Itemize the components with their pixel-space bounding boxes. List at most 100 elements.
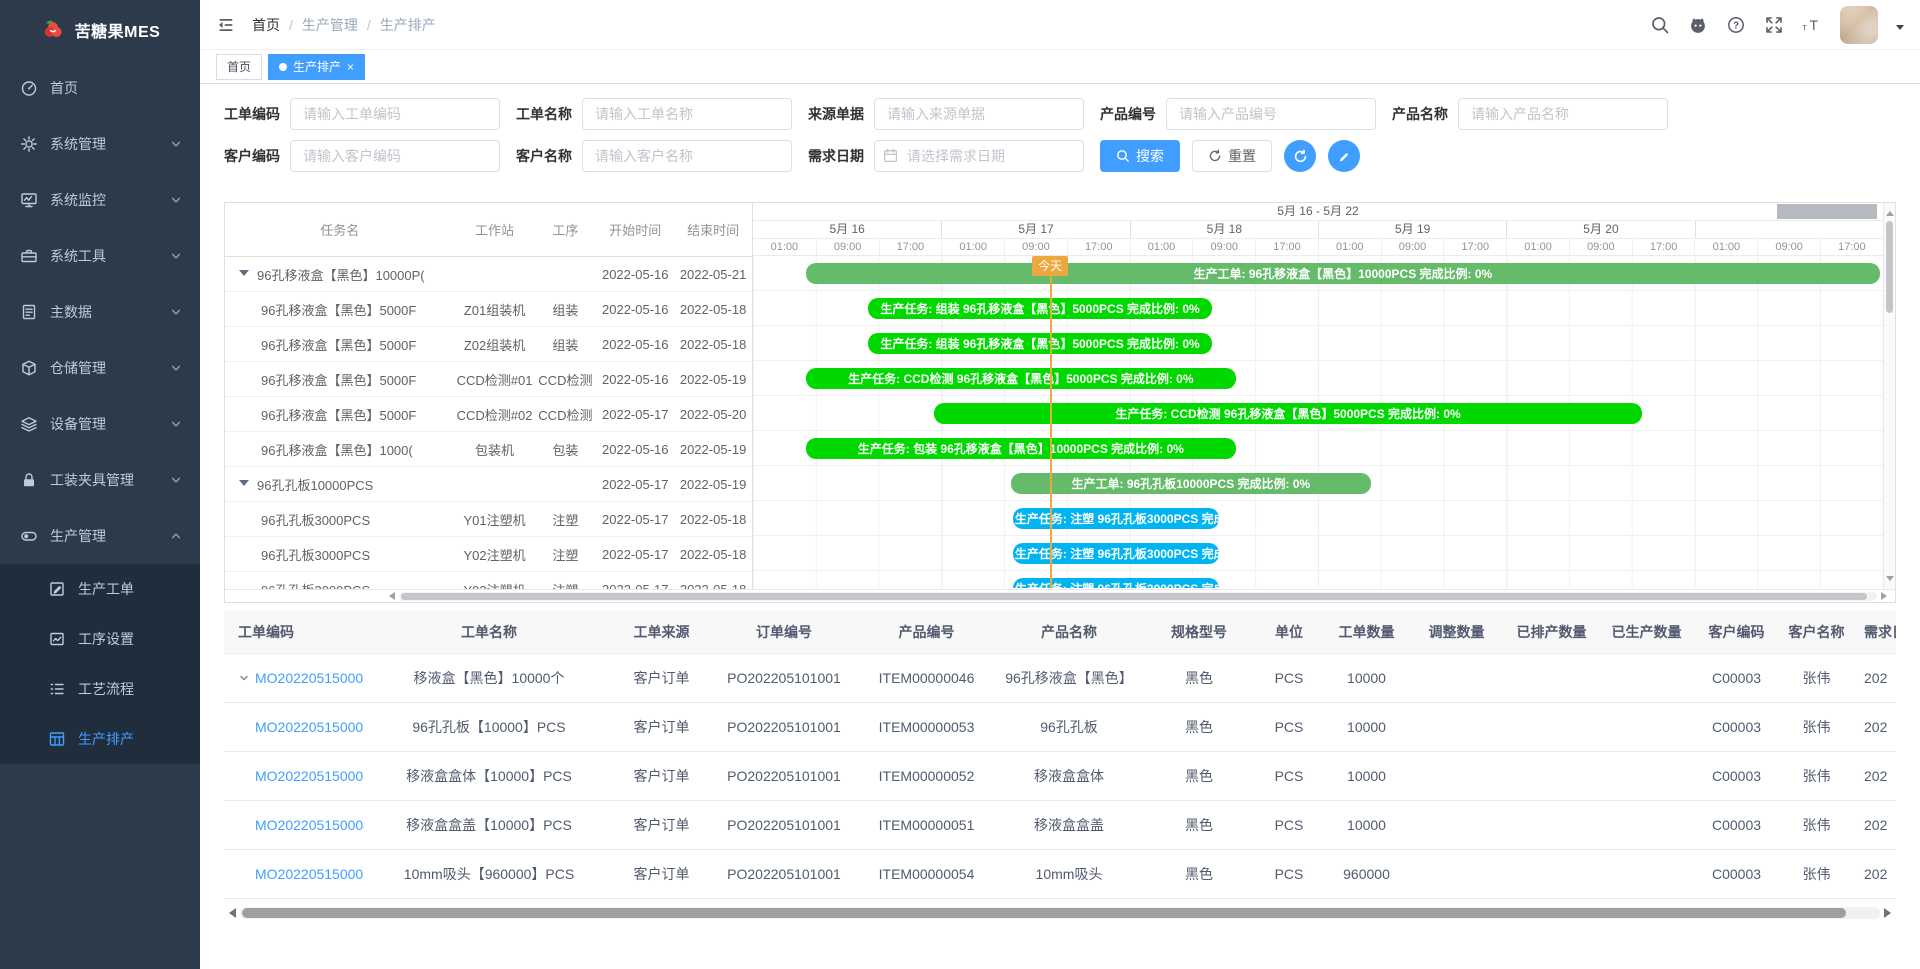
tab-生产排产[interactable]: 生产排产× xyxy=(268,54,365,80)
gantt-column-工作站: 工作站 xyxy=(455,220,535,239)
scroll-down-arrow[interactable] xyxy=(1886,576,1894,585)
sidebar-item-工艺流程[interactable]: 工艺流程 xyxy=(0,664,200,714)
work-order-link[interactable]: MO202205150003 xyxy=(255,768,364,784)
document-icon xyxy=(20,303,38,321)
gantt-chart-row: 生产任务: CCD检测 96孔移液盒【黑色】5000PCS 完成比例: 0% xyxy=(753,396,1883,431)
help-icon[interactable]: ? xyxy=(1726,15,1746,35)
gantt-bar[interactable]: 生产工单: 96孔孔板10000PCS 完成比例: 0% xyxy=(1011,473,1371,494)
edit-circle-button[interactable] xyxy=(1328,140,1360,172)
sidebar-item-生产管理[interactable]: 生产管理 xyxy=(0,508,200,564)
来源单据-input[interactable] xyxy=(874,98,1084,130)
gantt-horizontal-scrollbar[interactable] xyxy=(225,589,1895,602)
scrollbar-track[interactable] xyxy=(240,907,1880,919)
chevron-down-icon[interactable] xyxy=(238,672,250,684)
sidebar-item-系统工具[interactable]: 系统工具 xyxy=(0,228,200,284)
avatar[interactable] xyxy=(1840,6,1878,44)
end-time: 2022-05-18 xyxy=(674,337,752,352)
work-order-link[interactable]: MO202205150005 xyxy=(255,866,364,882)
table-cell: 移液盒盒盖【10000】PCS xyxy=(364,800,614,849)
font-size-icon[interactable]: т T xyxy=(1802,15,1822,35)
chevron-down-icon[interactable] xyxy=(1896,25,1904,34)
gantt-bar[interactable]: 生产任务: 注塑 96孔孔板3000PCS 完成比例: 0% xyxy=(1013,508,1219,529)
demand-date-input[interactable] xyxy=(874,140,1084,172)
work-order-link[interactable]: MO202205150001 xyxy=(255,670,364,686)
gantt-task-row[interactable]: 96孔孔板3000PCSY02注塑机注塑2022-05-172022-05-18 xyxy=(225,537,752,572)
table-header-cell: 已生产数量 xyxy=(1599,611,1694,653)
work-order-link[interactable]: MO202205150004 xyxy=(255,817,364,833)
gantt-bar[interactable]: 生产任务: 注塑 96孔孔板3000PCS 完成比例: 0% xyxy=(1013,543,1219,564)
gantt-bar[interactable]: 生产任务: 组装 96孔移液盒【黑色】5000PCS 完成比例: 0% xyxy=(868,298,1212,319)
filter-工单编码: 工单编码 xyxy=(224,98,500,130)
refresh-circle-button[interactable] xyxy=(1284,140,1316,172)
close-icon[interactable]: × xyxy=(347,61,354,73)
sidebar-item-仓储管理[interactable]: 仓储管理 xyxy=(0,340,200,396)
task-name-label: 96孔孔板10000PCS xyxy=(257,475,373,494)
sidebar-item-系统监控[interactable]: 系统监控 xyxy=(0,172,200,228)
sidebar-item-工序设置[interactable]: 工序设置 xyxy=(0,614,200,664)
scroll-up-arrow[interactable] xyxy=(1886,207,1894,216)
gantt-task-row[interactable]: 96孔移液盒【黑色】1000(包装机包装2022-05-162022-05-19 xyxy=(225,432,752,467)
gantt-task-row[interactable]: 96孔移液盒【黑色】5000FCCD检测#01CCD检测2022-05-1620… xyxy=(225,362,752,397)
gantt-bar[interactable]: 生产任务: CCD检测 96孔移液盒【黑色】5000PCS 完成比例: 0% xyxy=(806,368,1235,389)
gantt-task-row[interactable]: 96孔移液盒【黑色】10000P(2022-05-162022-05-21 xyxy=(225,257,752,292)
客户编码-input[interactable] xyxy=(290,140,500,172)
scrollbar-track[interactable] xyxy=(399,592,1877,601)
gantt-bar[interactable]: 生产任务: 组装 96孔移液盒【黑色】5000PCS 完成比例: 0% xyxy=(868,333,1212,354)
sidebar-item-生产工单[interactable]: 生产工单 xyxy=(0,564,200,614)
工单名称-input[interactable] xyxy=(582,98,792,130)
table-cell: ITEM00000052 xyxy=(859,751,994,800)
产品名称-input[interactable] xyxy=(1458,98,1668,130)
gantt-task-row[interactable]: 96孔移液盒【黑色】5000FZ01组装机组装2022-05-162022-05… xyxy=(225,292,752,327)
gantt-task-row[interactable]: 96孔移液盒【黑色】5000FCCD检测#02CCD检测2022-05-1720… xyxy=(225,397,752,432)
scrollbar-thumb[interactable] xyxy=(242,908,1846,918)
hour-label: 17:00 xyxy=(1067,239,1130,255)
gantt-task-row[interactable]: 96孔孔板3000PCSY01注塑机注塑2022-05-172022-05-18 xyxy=(225,502,752,537)
gantt-bar[interactable]: 生产任务: 包装 96孔移液盒【黑色】10000PCS 完成比例: 0% xyxy=(806,438,1235,459)
tab-首页[interactable]: 首页 xyxy=(216,54,262,80)
station: Y02注塑机 xyxy=(455,545,535,564)
sidebar-item-主数据[interactable]: 主数据 xyxy=(0,284,200,340)
scroll-right-arrow[interactable] xyxy=(1884,908,1896,918)
breadcrumb: 首页 / 生产管理 / 生产排产 xyxy=(252,15,436,35)
work-order-link[interactable]: MO202205150002 xyxy=(255,719,364,735)
gantt-task-row[interactable]: 96孔孔板3000PCSY03注塑机注塑2022-05-172022-05-18 xyxy=(225,572,752,589)
scroll-left-arrow[interactable] xyxy=(385,592,395,600)
table-cell: PCS xyxy=(1254,849,1324,898)
gantt-chart-row: 生产任务: 注塑 96孔孔板3000PCS 完成比例: 0% xyxy=(753,571,1883,588)
scroll-left-arrow[interactable] xyxy=(224,908,236,918)
table-horizontal-scrollbar[interactable] xyxy=(224,906,1896,920)
reset-button[interactable]: 重置 xyxy=(1192,140,1272,172)
scrollbar-thumb[interactable] xyxy=(401,593,1867,600)
gantt-vertical-scrollbar[interactable] xyxy=(1883,203,1895,589)
gantt-task-row[interactable]: 96孔移液盒【黑色】5000FZ02组装机组装2022-05-162022-05… xyxy=(225,327,752,362)
github-icon[interactable] xyxy=(1688,15,1708,35)
sidebar-item-设备管理[interactable]: 设备管理 xyxy=(0,396,200,452)
工单编码-input[interactable] xyxy=(290,98,500,130)
gantt-bar[interactable]: 生产任务: CCD检测 96孔移液盒【黑色】5000PCS 完成比例: 0% xyxy=(934,403,1643,424)
gantt-task-row[interactable]: 96孔孔板10000PCS2022-05-172022-05-19 xyxy=(225,467,752,502)
collapse-caret-icon[interactable] xyxy=(239,480,249,491)
sidebar-item-工装夹具管理[interactable]: 工装夹具管理 xyxy=(0,452,200,508)
end-time: 2022-05-18 xyxy=(674,512,752,527)
breadcrumb-home[interactable]: 首页 xyxy=(252,15,280,35)
gantt-chart-row: 生产任务: 包装 96孔移液盒【黑色】10000PCS 完成比例: 0% xyxy=(753,431,1883,466)
table-cell: PO202205101001 xyxy=(709,800,859,849)
sidebar-item-生产排产[interactable]: 生产排产 xyxy=(0,714,200,764)
gantt-bar[interactable]: 生产任务: 注塑 96孔孔板3000PCS 完成比例: 0% xyxy=(1013,578,1219,588)
timeline-slider[interactable] xyxy=(1777,204,1877,219)
产品编号-input[interactable] xyxy=(1166,98,1376,130)
search-icon[interactable] xyxy=(1650,15,1670,35)
chevron-down-icon xyxy=(170,474,182,486)
scroll-right-arrow[interactable] xyxy=(1881,592,1891,600)
breadcrumb-production-management[interactable]: 生产管理 xyxy=(302,15,358,35)
tab-label: 首页 xyxy=(227,58,251,75)
hamburger-icon[interactable] xyxy=(216,15,236,35)
gantt-bar[interactable]: 生产工单: 96孔移液盒【黑色】10000PCS 完成比例: 0% xyxy=(806,263,1880,284)
sidebar-item-系统管理[interactable]: 系统管理 xyxy=(0,116,200,172)
collapse-caret-icon[interactable] xyxy=(239,270,249,281)
fullscreen-icon[interactable] xyxy=(1764,15,1784,35)
search-button[interactable]: 搜索 xyxy=(1100,140,1180,172)
客户名称-input[interactable] xyxy=(582,140,792,172)
scrollbar-thumb[interactable] xyxy=(1886,221,1893,313)
sidebar-item-首页[interactable]: 首页 xyxy=(0,60,200,116)
